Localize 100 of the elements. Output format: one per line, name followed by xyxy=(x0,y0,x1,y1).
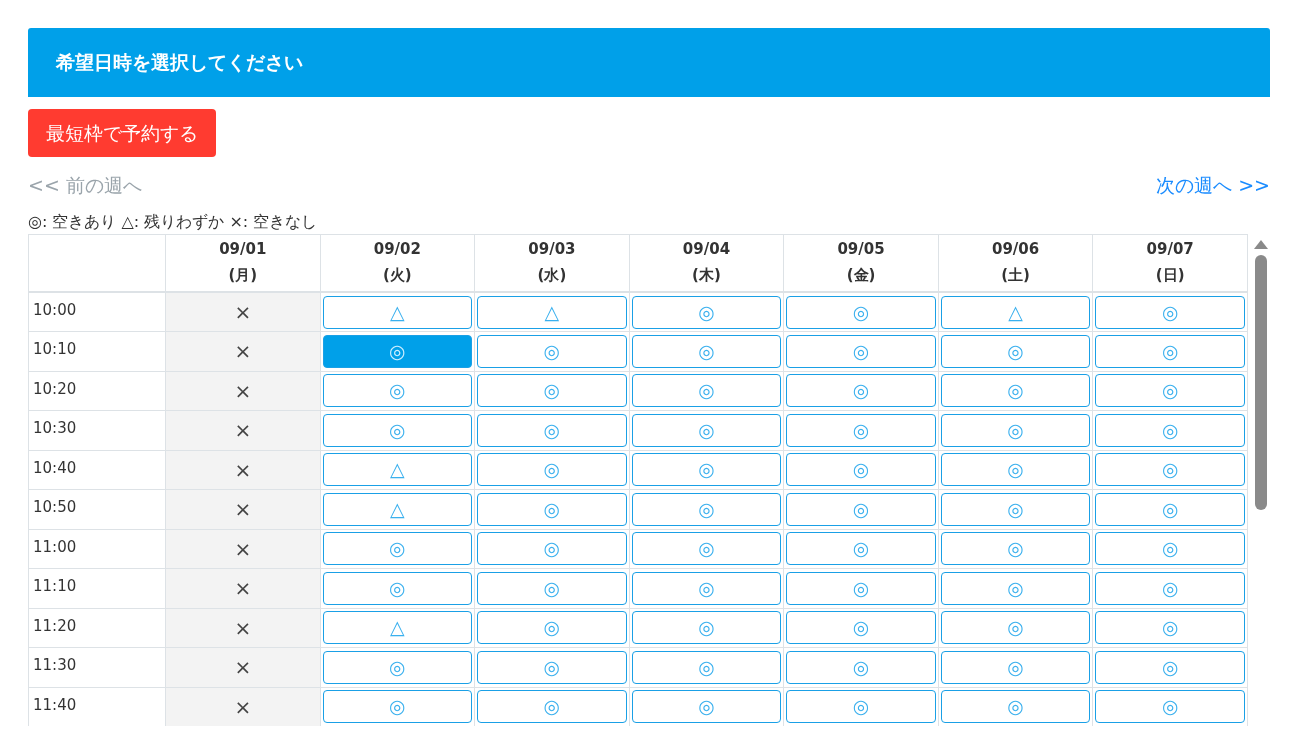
time-slot-button[interactable]: ◎ xyxy=(631,492,782,526)
date-header: 09/06 xyxy=(990,239,1041,261)
time-slot-button[interactable]: ◎ xyxy=(940,374,1091,408)
time-slot-button[interactable]: ◎ xyxy=(631,571,782,605)
time-slot-button[interactable]: ◎ xyxy=(477,650,627,684)
time-slot-button[interactable]: ◎ xyxy=(940,690,1091,724)
time-slot-button[interactable]: ◎ xyxy=(477,453,627,487)
time-slot-button[interactable]: ◎ xyxy=(477,413,627,447)
time-slot-button[interactable]: △ xyxy=(322,295,473,329)
weekday-header: (日) xyxy=(1154,264,1186,286)
time-cell: 10:30 xyxy=(28,410,166,450)
unavailable-cell: × xyxy=(165,568,321,608)
time-slot-button[interactable]: ◎ xyxy=(786,492,936,526)
time-slot-button[interactable]: ◎ xyxy=(1095,532,1245,566)
time-slot-button[interactable]: ◎ xyxy=(786,532,936,566)
earliest-booking-button[interactable]: 最短枠で予約する xyxy=(28,108,216,157)
time-slot-button[interactable]: ◎ xyxy=(940,413,1091,447)
time-slot-button[interactable]: ◎ xyxy=(631,374,782,408)
time-slot-button[interactable]: ◎ xyxy=(477,571,627,605)
time-slot-button[interactable]: ◎ xyxy=(477,334,627,368)
weekday-header: (月) xyxy=(227,264,259,286)
time-slot-button[interactable]: ◎ xyxy=(322,690,473,724)
unavailable-cell: × xyxy=(165,292,321,332)
time-slot-button[interactable]: ◎ xyxy=(786,374,936,408)
next-week-link[interactable]: 次の週へ >> xyxy=(1156,171,1270,200)
time-slot-button[interactable]: ◎ xyxy=(1095,374,1245,408)
time-slot-button[interactable]: ◎ xyxy=(477,690,627,724)
time-slot-button[interactable]: ◎ xyxy=(631,611,782,645)
unavailable-cell: × xyxy=(165,529,321,569)
time-slot-button[interactable]: ◎ xyxy=(477,611,627,645)
time-slot-button[interactable]: ◎ xyxy=(631,690,782,724)
time-slot-button[interactable]: ◎ xyxy=(940,571,1091,605)
time-slot-button[interactable]: ◎ xyxy=(1095,334,1245,368)
date-header: 09/01 xyxy=(218,239,268,261)
time-slot-button[interactable]: ◎ xyxy=(322,413,473,447)
time-slot-button[interactable]: ◎ xyxy=(786,650,936,684)
time-slot-button[interactable]: ◎ xyxy=(940,334,1091,368)
time-slot-button[interactable]: △ xyxy=(322,492,473,526)
unavailable-cell: × xyxy=(165,331,321,371)
time-cell: 11:10 xyxy=(28,568,166,608)
time-slot-button[interactable]: ◎ xyxy=(322,334,473,368)
time-slot-button[interactable]: ◎ xyxy=(322,571,473,605)
time-cell: 10:10 xyxy=(28,331,166,371)
time-slot-button[interactable]: ◎ xyxy=(940,611,1091,645)
unavailable-cell: × xyxy=(165,647,321,687)
time-slot-button[interactable]: ◎ xyxy=(786,690,936,724)
time-slot-button[interactable]: ◎ xyxy=(786,413,936,447)
time-slot-button[interactable]: ◎ xyxy=(786,334,936,368)
time-slot-button[interactable]: ◎ xyxy=(786,295,936,329)
unavailable-cell: × xyxy=(165,410,321,450)
time-slot-button[interactable]: ◎ xyxy=(322,650,473,684)
time-slot-button[interactable]: ◎ xyxy=(940,453,1091,487)
time-slot-button[interactable]: ◎ xyxy=(786,453,936,487)
time-slot-button[interactable]: ◎ xyxy=(940,492,1091,526)
time-slot-button[interactable]: ◎ xyxy=(477,532,627,566)
unavailable-cell: × xyxy=(165,489,321,529)
time-slot-button[interactable]: △ xyxy=(322,611,473,645)
time-slot-button[interactable]: ◎ xyxy=(940,532,1091,566)
page-header: 希望日時を選択してください xyxy=(28,28,1270,97)
time-cell: 11:40 xyxy=(28,687,166,726)
unavailable-cell: × xyxy=(165,687,321,726)
time-slot-button[interactable]: ◎ xyxy=(322,374,473,408)
availability-legend: ◎: 空きあり △: 残りわずか ×: 空きなし xyxy=(28,209,1270,234)
weekday-header: (木) xyxy=(691,264,722,286)
time-slot-button[interactable]: ◎ xyxy=(1095,611,1245,645)
time-slot-button[interactable]: △ xyxy=(940,295,1091,329)
date-header: 09/07 xyxy=(1145,239,1195,261)
time-slot-button[interactable]: ◎ xyxy=(1095,413,1245,447)
time-slot-button[interactable]: ◎ xyxy=(1095,492,1245,526)
time-slot-button[interactable]: ◎ xyxy=(322,532,473,566)
time-cell: 10:20 xyxy=(28,371,166,411)
date-header: 09/03 xyxy=(527,239,577,261)
weekday-header: (水) xyxy=(536,264,568,286)
time-slot-button[interactable]: ◎ xyxy=(786,571,936,605)
time-slot-button[interactable]: ◎ xyxy=(1095,453,1245,487)
time-slot-button[interactable]: ◎ xyxy=(477,374,627,408)
time-cell: 11:00 xyxy=(28,529,166,569)
weekday-header: (土) xyxy=(1000,264,1031,286)
time-slot-button[interactable]: △ xyxy=(477,295,627,329)
time-slot-button[interactable]: ◎ xyxy=(1095,690,1245,724)
unavailable-cell: × xyxy=(165,371,321,411)
time-slot-button[interactable]: ◎ xyxy=(631,413,782,447)
time-slot-button[interactable]: ◎ xyxy=(1095,571,1245,605)
time-slot-button[interactable]: ◎ xyxy=(786,611,936,645)
scrollbar-thumb[interactable] xyxy=(1255,254,1267,510)
time-slot-button[interactable]: △ xyxy=(322,453,473,487)
time-slot-button[interactable]: ◎ xyxy=(631,532,782,566)
date-header: 09/05 xyxy=(836,239,886,261)
time-slot-button[interactable]: ◎ xyxy=(631,650,782,684)
time-slot-button[interactable]: ◎ xyxy=(631,334,782,368)
scroll-up-icon[interactable] xyxy=(1254,239,1268,249)
time-slot-button[interactable]: ◎ xyxy=(940,650,1091,684)
time-slot-button[interactable]: ◎ xyxy=(631,295,782,329)
time-slot-button[interactable]: ◎ xyxy=(631,453,782,487)
weekday-header: (火) xyxy=(382,264,413,286)
time-cell: 11:20 xyxy=(28,608,166,648)
time-slot-button[interactable]: ◎ xyxy=(1095,650,1245,684)
unavailable-cell: × xyxy=(165,608,321,648)
time-slot-button[interactable]: ◎ xyxy=(1095,295,1245,329)
time-slot-button[interactable]: ◎ xyxy=(477,492,627,526)
